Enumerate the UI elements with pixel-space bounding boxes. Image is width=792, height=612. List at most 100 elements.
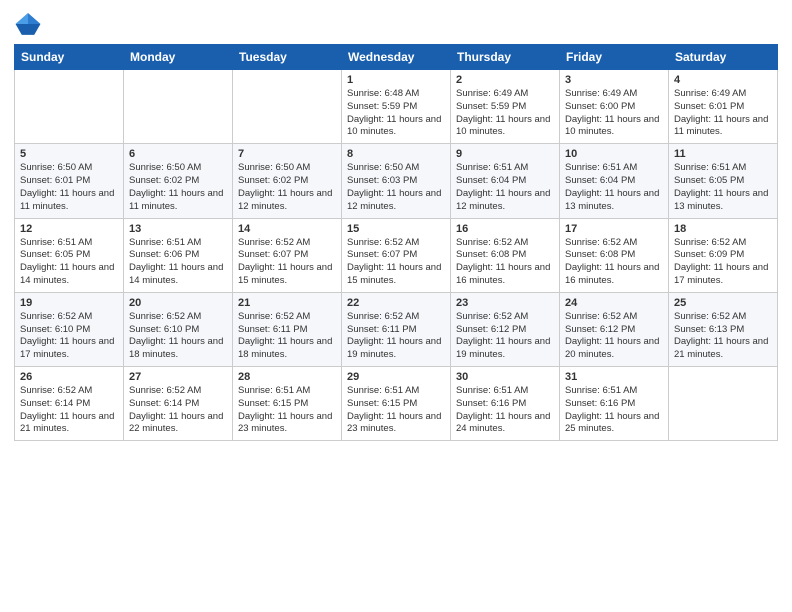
day-number: 29 bbox=[347, 371, 445, 383]
day-info: Sunrise: 6:51 AM Sunset: 6:15 PM Dayligh… bbox=[238, 385, 336, 436]
day-cell: 24 Sunrise: 6:52 AM Sunset: 6:12 PM Dayli… bbox=[560, 292, 669, 366]
weekday-header-thursday: Thursday bbox=[451, 45, 560, 70]
day-number: 31 bbox=[565, 371, 663, 383]
day-info: Sunrise: 6:52 AM Sunset: 6:10 PM Dayligh… bbox=[129, 311, 227, 362]
day-number: 28 bbox=[238, 371, 336, 383]
day-cell: 8 Sunrise: 6:50 AM Sunset: 6:03 PM Daylig… bbox=[342, 144, 451, 218]
day-info: Sunrise: 6:52 AM Sunset: 6:12 PM Dayligh… bbox=[456, 311, 554, 362]
day-cell bbox=[124, 70, 233, 144]
day-info: Sunrise: 6:51 AM Sunset: 6:05 PM Dayligh… bbox=[674, 162, 772, 213]
week-row-4: 19 Sunrise: 6:52 AM Sunset: 6:10 PM Dayli… bbox=[15, 292, 778, 366]
day-info: Sunrise: 6:52 AM Sunset: 6:14 PM Dayligh… bbox=[129, 385, 227, 436]
day-info: Sunrise: 6:48 AM Sunset: 5:59 PM Dayligh… bbox=[347, 88, 445, 139]
day-number: 9 bbox=[456, 148, 554, 160]
day-number: 20 bbox=[129, 297, 227, 309]
day-info: Sunrise: 6:50 AM Sunset: 6:02 PM Dayligh… bbox=[238, 162, 336, 213]
day-info: Sunrise: 6:49 AM Sunset: 6:00 PM Dayligh… bbox=[565, 88, 663, 139]
day-number: 26 bbox=[20, 371, 118, 383]
day-number: 18 bbox=[674, 223, 772, 235]
day-info: Sunrise: 6:51 AM Sunset: 6:04 PM Dayligh… bbox=[456, 162, 554, 213]
day-cell: 30 Sunrise: 6:51 AM Sunset: 6:16 PM Dayli… bbox=[451, 367, 560, 441]
day-cell: 13 Sunrise: 6:51 AM Sunset: 6:06 PM Dayli… bbox=[124, 218, 233, 292]
day-cell: 29 Sunrise: 6:51 AM Sunset: 6:15 PM Dayli… bbox=[342, 367, 451, 441]
day-number: 24 bbox=[565, 297, 663, 309]
day-number: 8 bbox=[347, 148, 445, 160]
day-info: Sunrise: 6:49 AM Sunset: 6:01 PM Dayligh… bbox=[674, 88, 772, 139]
page: SundayMondayTuesdayWednesdayThursdayFrid… bbox=[0, 0, 792, 612]
day-number: 7 bbox=[238, 148, 336, 160]
day-cell: 31 Sunrise: 6:51 AM Sunset: 6:16 PM Dayli… bbox=[560, 367, 669, 441]
day-cell: 2Sunrise: 6:49 AM Sunset: 5:59 PM Daylig… bbox=[451, 70, 560, 144]
day-number: 11 bbox=[674, 148, 772, 160]
day-info: Sunrise: 6:52 AM Sunset: 6:11 PM Dayligh… bbox=[347, 311, 445, 362]
day-cell: 23 Sunrise: 6:52 AM Sunset: 6:12 PM Dayli… bbox=[451, 292, 560, 366]
day-number: 19 bbox=[20, 297, 118, 309]
day-info: Sunrise: 6:51 AM Sunset: 6:15 PM Dayligh… bbox=[347, 385, 445, 436]
day-cell: 22 Sunrise: 6:52 AM Sunset: 6:11 PM Dayli… bbox=[342, 292, 451, 366]
day-cell: 19 Sunrise: 6:52 AM Sunset: 6:10 PM Dayli… bbox=[15, 292, 124, 366]
day-cell: 20 Sunrise: 6:52 AM Sunset: 6:10 PM Dayli… bbox=[124, 292, 233, 366]
day-number: 6 bbox=[129, 148, 227, 160]
day-number: 21 bbox=[238, 297, 336, 309]
day-number: 4 bbox=[674, 74, 772, 86]
day-info: Sunrise: 6:51 AM Sunset: 6:06 PM Dayligh… bbox=[129, 237, 227, 288]
day-info: Sunrise: 6:51 AM Sunset: 6:16 PM Dayligh… bbox=[565, 385, 663, 436]
day-number: 27 bbox=[129, 371, 227, 383]
day-cell: 14Sunrise: 6:52 AM Sunset: 6:07 PM Dayli… bbox=[233, 218, 342, 292]
day-info: Sunrise: 6:52 AM Sunset: 6:12 PM Dayligh… bbox=[565, 311, 663, 362]
day-info: Sunrise: 6:52 AM Sunset: 6:07 PM Dayligh… bbox=[238, 237, 336, 288]
day-info: Sunrise: 6:51 AM Sunset: 6:16 PM Dayligh… bbox=[456, 385, 554, 436]
day-info: Sunrise: 6:49 AM Sunset: 5:59 PM Dayligh… bbox=[456, 88, 554, 139]
day-number: 5 bbox=[20, 148, 118, 160]
day-cell: 21 Sunrise: 6:52 AM Sunset: 6:11 PM Dayli… bbox=[233, 292, 342, 366]
day-info: Sunrise: 6:50 AM Sunset: 6:02 PM Dayligh… bbox=[129, 162, 227, 213]
day-info: Sunrise: 6:51 AM Sunset: 6:04 PM Dayligh… bbox=[565, 162, 663, 213]
day-number: 3 bbox=[565, 74, 663, 86]
weekday-header-monday: Monday bbox=[124, 45, 233, 70]
day-cell: 27 Sunrise: 6:52 AM Sunset: 6:14 PM Dayli… bbox=[124, 367, 233, 441]
day-cell: 18Sunrise: 6:52 AM Sunset: 6:09 PM Dayli… bbox=[669, 218, 778, 292]
day-info: Sunrise: 6:51 AM Sunset: 6:05 PM Dayligh… bbox=[20, 237, 118, 288]
day-number: 16 bbox=[456, 223, 554, 235]
weekday-header-friday: Friday bbox=[560, 45, 669, 70]
day-number: 10 bbox=[565, 148, 663, 160]
weekday-header-tuesday: Tuesday bbox=[233, 45, 342, 70]
day-info: Sunrise: 6:52 AM Sunset: 6:13 PM Dayligh… bbox=[674, 311, 772, 362]
weekday-header-wednesday: Wednesday bbox=[342, 45, 451, 70]
day-number: 23 bbox=[456, 297, 554, 309]
day-number: 30 bbox=[456, 371, 554, 383]
day-info: Sunrise: 6:52 AM Sunset: 6:07 PM Dayligh… bbox=[347, 237, 445, 288]
day-cell bbox=[669, 367, 778, 441]
day-cell: 28 Sunrise: 6:51 AM Sunset: 6:15 PM Dayli… bbox=[233, 367, 342, 441]
day-cell bbox=[15, 70, 124, 144]
weekday-header-sunday: Sunday bbox=[15, 45, 124, 70]
day-info: Sunrise: 6:52 AM Sunset: 6:14 PM Dayligh… bbox=[20, 385, 118, 436]
day-info: Sunrise: 6:52 AM Sunset: 6:08 PM Dayligh… bbox=[565, 237, 663, 288]
calendar-table: SundayMondayTuesdayWednesdayThursdayFrid… bbox=[14, 44, 778, 441]
day-cell: 11 Sunrise: 6:51 AM Sunset: 6:05 PM Dayli… bbox=[669, 144, 778, 218]
header bbox=[14, 10, 778, 38]
week-row-3: 12 Sunrise: 6:51 AM Sunset: 6:05 PM Dayli… bbox=[15, 218, 778, 292]
day-number: 25 bbox=[674, 297, 772, 309]
day-number: 12 bbox=[20, 223, 118, 235]
week-row-5: 26 Sunrise: 6:52 AM Sunset: 6:14 PM Dayli… bbox=[15, 367, 778, 441]
logo bbox=[14, 10, 46, 38]
weekday-header-row: SundayMondayTuesdayWednesdayThursdayFrid… bbox=[15, 45, 778, 70]
week-row-1: 1 Sunrise: 6:48 AM Sunset: 5:59 PM Daylig… bbox=[15, 70, 778, 144]
day-info: Sunrise: 6:52 AM Sunset: 6:11 PM Dayligh… bbox=[238, 311, 336, 362]
day-cell: 4 Sunrise: 6:49 AM Sunset: 6:01 PM Daylig… bbox=[669, 70, 778, 144]
day-number: 13 bbox=[129, 223, 227, 235]
day-cell: 17 Sunrise: 6:52 AM Sunset: 6:08 PM Dayli… bbox=[560, 218, 669, 292]
day-info: Sunrise: 6:52 AM Sunset: 6:10 PM Dayligh… bbox=[20, 311, 118, 362]
day-cell: 16Sunrise: 6:52 AM Sunset: 6:08 PM Dayli… bbox=[451, 218, 560, 292]
day-cell: 3 Sunrise: 6:49 AM Sunset: 6:00 PM Daylig… bbox=[560, 70, 669, 144]
day-cell: 15Sunrise: 6:52 AM Sunset: 6:07 PM Dayli… bbox=[342, 218, 451, 292]
day-number: 17 bbox=[565, 223, 663, 235]
day-number: 22 bbox=[347, 297, 445, 309]
day-cell: 25 Sunrise: 6:52 AM Sunset: 6:13 PM Dayli… bbox=[669, 292, 778, 366]
day-info: Sunrise: 6:50 AM Sunset: 6:03 PM Dayligh… bbox=[347, 162, 445, 213]
day-cell: 1 Sunrise: 6:48 AM Sunset: 5:59 PM Daylig… bbox=[342, 70, 451, 144]
day-number: 1 bbox=[347, 74, 445, 86]
day-cell bbox=[233, 70, 342, 144]
day-cell: 26 Sunrise: 6:52 AM Sunset: 6:14 PM Dayli… bbox=[15, 367, 124, 441]
